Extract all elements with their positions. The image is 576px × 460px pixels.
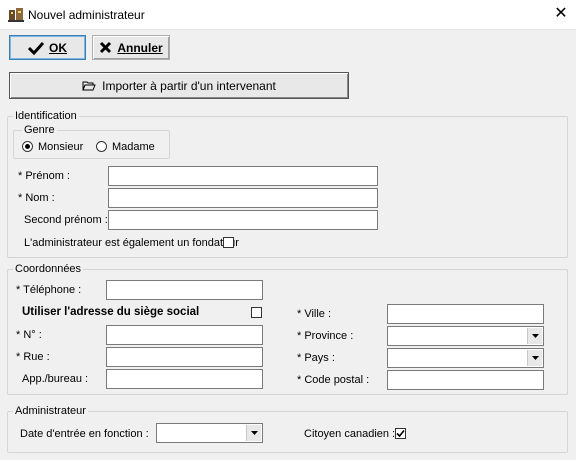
ville-field[interactable] (387, 304, 544, 324)
monsieur-label: Monsieur (38, 141, 84, 153)
telephone-label: * Téléphone : (16, 284, 82, 296)
rue-field[interactable] (106, 347, 263, 367)
cancel-button[interactable]: Annuler (92, 35, 170, 60)
folder-open-icon (82, 81, 96, 90)
ok-button-label: OK (49, 40, 67, 55)
nom-field[interactable] (108, 188, 378, 208)
import-button-label: Importer à partir d'un intervenant (102, 78, 276, 93)
second-prenom-label: Second prénom : (24, 214, 108, 226)
use-siege-checkbox[interactable] (251, 307, 262, 318)
fondateur-checkbox[interactable] (223, 237, 234, 248)
x-icon (100, 41, 112, 54)
numero-label: * N° : (16, 329, 42, 341)
app-label: App./bureau : (22, 373, 89, 385)
madame-label: Madame (112, 141, 155, 153)
check-icon (28, 41, 44, 55)
madame-radio[interactable] (96, 141, 107, 152)
identification-group-title: Identification (13, 110, 79, 122)
ok-button[interactable]: OK (9, 35, 86, 60)
import-button[interactable]: Importer à partir d'un intervenant (9, 72, 349, 99)
chevron-down-icon[interactable] (246, 425, 261, 441)
telephone-field[interactable] (106, 280, 263, 300)
province-label: * Province : (297, 330, 354, 342)
cancel-button-label: Annuler (117, 40, 163, 55)
citoyen-checkbox[interactable] (395, 428, 406, 439)
date-entree-select[interactable] (156, 423, 263, 443)
app-icon (8, 8, 24, 22)
app-field[interactable] (106, 369, 263, 389)
window-title: Nouvel administrateur (28, 8, 145, 22)
code-postal-field[interactable] (387, 370, 544, 390)
chevron-down-icon[interactable] (527, 350, 542, 366)
administrateur-group-title: Administrateur (13, 405, 88, 417)
prenom-label: * Prénom : (18, 170, 70, 182)
close-icon[interactable]: ✕ (549, 3, 573, 25)
rue-label: * Rue : (16, 351, 50, 363)
pays-select[interactable] (387, 348, 544, 368)
second-prenom-field[interactable] (108, 210, 378, 230)
nom-label: * Nom : (18, 192, 55, 204)
pays-label: * Pays : (297, 352, 335, 364)
coordonnees-group-title: Coordonnées (13, 263, 84, 275)
fondateur-label: L'administrateur est également un fondat… (24, 237, 239, 249)
citoyen-label: Citoyen canadien : (304, 428, 396, 440)
genre-group-title: Genre (22, 124, 57, 136)
code-postal-label: * Code postal : (297, 374, 370, 386)
numero-field[interactable] (106, 325, 263, 345)
prenom-field[interactable] (108, 166, 378, 186)
use-siege-label: Utiliser l'adresse du siège social (22, 306, 200, 318)
checkmark-icon (396, 429, 405, 438)
ville-label: * Ville : (297, 308, 332, 320)
province-select[interactable] (387, 326, 544, 346)
date-entree-label: Date d'entrée en fonction : (20, 428, 149, 440)
monsieur-radio[interactable] (22, 141, 33, 152)
chevron-down-icon[interactable] (527, 328, 542, 344)
